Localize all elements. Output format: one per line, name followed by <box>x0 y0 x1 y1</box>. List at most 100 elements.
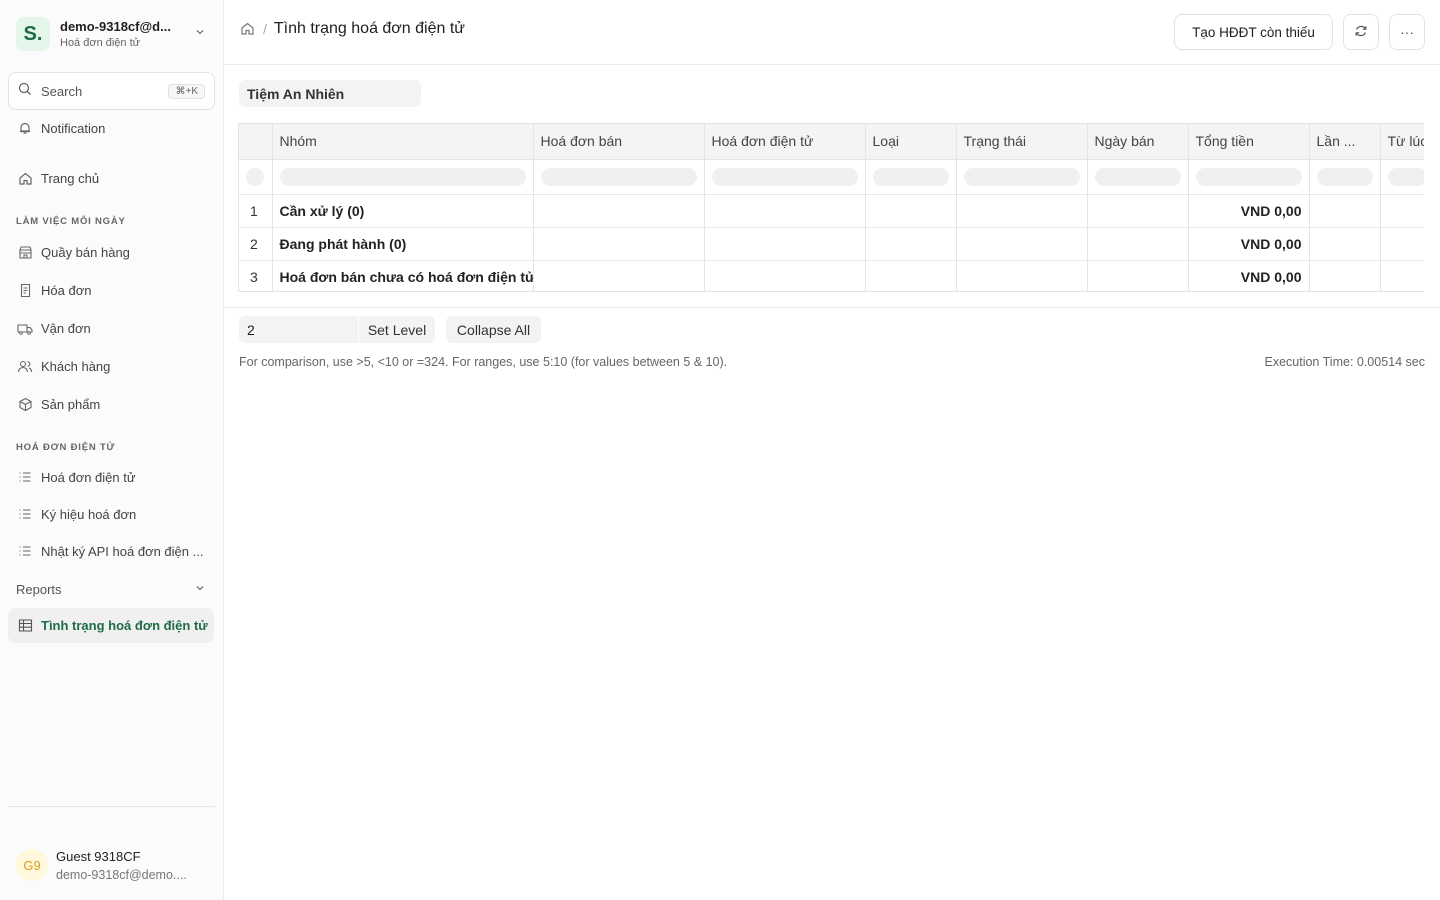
sidebar-item-label: Quầy bán hàng <box>41 244 130 260</box>
sidebar-item-invoice[interactable]: Hóa đơn <box>8 273 214 307</box>
breadcrumb: / Tình trạng hoá đơn điện tử <box>240 20 465 38</box>
column-header-sale-date[interactable]: Ngày bán <box>1087 124 1189 160</box>
home-icon[interactable] <box>240 21 256 37</box>
reports-label: Reports <box>16 581 62 597</box>
sidebar-item-einvoice[interactable]: Hoá đơn điện tử <box>8 460 214 494</box>
column-header-status[interactable]: Trạng thái <box>956 124 1088 160</box>
sidebar-item-label: Tình trạng hoá đơn điện tử <box>41 618 208 633</box>
cell <box>533 227 705 261</box>
cell <box>956 194 1088 228</box>
company-filter[interactable]: Tiệm An Nhiên <box>239 80 421 107</box>
page-header: / Tình trạng hoá đơn điện tử Tạo HĐĐT cò… <box>224 0 1440 65</box>
sidebar-item-api-log[interactable]: Nhật ký API hoá đơn điện ... <box>8 534 214 568</box>
cell <box>704 227 866 261</box>
sidebar-item-label: Khách hàng <box>41 358 111 374</box>
table-icon <box>17 618 33 634</box>
column-header-group[interactable]: Nhóm <box>272 124 534 160</box>
cell <box>704 194 866 228</box>
sidebar-item-products[interactable]: Sản phẩm <box>8 387 214 421</box>
cell <box>1309 227 1381 261</box>
cell <box>704 260 866 291</box>
cell <box>1380 260 1424 291</box>
breadcrumb-separator: / <box>263 21 267 37</box>
sidebar-item-customers[interactable]: Khách hàng <box>8 349 214 383</box>
user-menu[interactable]: G9 Guest 9318CF demo-9318cf@demo.... <box>8 840 214 890</box>
cell <box>865 227 957 261</box>
sidebar-item-label: Hoá đơn điện tử <box>41 469 136 485</box>
chevron-down-icon <box>194 26 206 41</box>
cell <box>1309 260 1381 291</box>
set-level-button[interactable]: Set Level <box>359 316 435 343</box>
column-header-sales-invoice[interactable]: Hoá đơn bán <box>533 124 705 160</box>
users-icon <box>17 358 33 374</box>
table-row[interactable]: 1 Cần xử lý (0) VND 0,00 <box>239 194 1424 228</box>
search-button[interactable]: Search ⌘+K <box>8 72 215 110</box>
filter-cell-group[interactable] <box>272 159 534 195</box>
page-title: Tình trạng hoá đơn điện tử <box>273 20 465 37</box>
group-cell[interactable]: Đang phát hành (0) <box>272 227 534 261</box>
cell <box>1087 227 1189 261</box>
filter-cell-status[interactable] <box>956 159 1088 195</box>
sidebar-item-notification[interactable]: Notification <box>8 111 214 145</box>
section-label-einvoice: HOÁ ĐƠN ĐIỆN TỬ <box>16 442 116 453</box>
truck-icon <box>17 320 33 336</box>
more-options-button[interactable]: ··· <box>1389 14 1425 50</box>
list-icon <box>17 543 33 559</box>
filter-cell-since[interactable] <box>1380 159 1424 195</box>
avatar: G9 <box>16 849 48 881</box>
sidebar-group-reports[interactable]: Reports <box>8 574 214 604</box>
column-header-index <box>239 124 273 160</box>
divider <box>224 307 1440 308</box>
group-cell[interactable]: Cần xử lý (0) <box>272 194 534 228</box>
filter-cell-einvoice[interactable] <box>704 159 866 195</box>
sidebar-item-pos[interactable]: Quầy bán hàng <box>8 235 214 269</box>
create-missing-einvoice-button[interactable]: Tạo HĐĐT còn thiếu <box>1174 14 1333 50</box>
sidebar-item-home[interactable]: Trang chủ <box>8 161 214 195</box>
workspace-logo: S. <box>16 17 50 51</box>
section-label-daily: LÀM VIỆC MỖI NGÀY <box>16 216 126 227</box>
report-table: Nhóm Hoá đơn bán Hoá đơn điện tử Loại Tr… <box>238 123 1424 292</box>
column-header-since[interactable]: Từ lúc <box>1380 124 1424 160</box>
table-row[interactable]: 3 Hoá đơn bán chưa có hoá đơn điện tử (0… <box>239 260 1424 291</box>
row-index: 2 <box>239 227 273 261</box>
cell <box>956 227 1088 261</box>
list-icon <box>17 506 33 522</box>
filter-cell-type[interactable] <box>865 159 957 195</box>
sidebar-item-einvoice-status[interactable]: Tình trạng hoá đơn điện tử <box>8 608 214 643</box>
receipt-icon <box>17 282 33 298</box>
sidebar-item-label: Notification <box>41 120 106 136</box>
filter-row <box>239 159 1424 195</box>
level-input[interactable] <box>239 316 358 343</box>
ellipsis-icon: ··· <box>1400 24 1414 40</box>
sidebar-item-invoice-symbol[interactable]: Ký hiệu hoá đơn <box>8 497 214 531</box>
cell <box>1380 194 1424 228</box>
total-cell: VND 0,00 <box>1188 260 1310 291</box>
column-header-einvoice[interactable]: Hoá đơn điện tử <box>704 124 866 160</box>
cell <box>1087 194 1189 228</box>
table-row[interactable]: 2 Đang phát hành (0) VND 0,00 <box>239 227 1424 261</box>
workspace-switcher[interactable]: S. demo-9318cf@d... Hoá đơn điện tử <box>8 10 216 58</box>
home-icon <box>17 170 33 186</box>
filter-cell-total[interactable] <box>1188 159 1310 195</box>
filter-cell-sales-invoice[interactable] <box>533 159 705 195</box>
column-header-total[interactable]: Tổng tiền <box>1188 124 1310 160</box>
cell <box>1309 194 1381 228</box>
sidebar-item-label: Hóa đơn <box>41 282 92 298</box>
sidebar-divider <box>8 806 215 807</box>
collapse-all-button[interactable]: Collapse All <box>446 316 541 343</box>
filter-cell-sale-date[interactable] <box>1087 159 1189 195</box>
cell <box>1087 260 1189 291</box>
column-header-type[interactable]: Loại <box>865 124 957 160</box>
refresh-icon <box>1354 24 1368 41</box>
sidebar-item-shipping[interactable]: Vận đơn <box>8 311 214 345</box>
sidebar-item-label: Nhật ký API hoá đơn điện ... <box>41 543 204 559</box>
refresh-button[interactable] <box>1343 14 1379 50</box>
group-cell[interactable]: Hoá đơn bán chưa có hoá đơn điện tử (0) <box>272 260 534 291</box>
column-header-attempts[interactable]: Lần ... <box>1309 124 1381 160</box>
total-cell: VND 0,00 <box>1188 227 1310 261</box>
sidebar-item-label: Vận đơn <box>41 320 91 336</box>
filter-cell-attempts[interactable] <box>1309 159 1381 195</box>
list-icon <box>17 469 33 485</box>
sidebar: S. demo-9318cf@d... Hoá đơn điện tử Sear… <box>0 0 224 900</box>
row-index: 1 <box>239 194 273 228</box>
